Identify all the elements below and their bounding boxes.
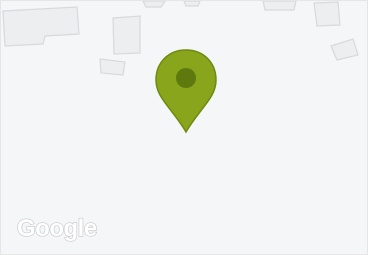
building-footprint: [142, 1, 166, 8]
building-footprint: [2, 6, 80, 47]
building-footprint: [262, 1, 297, 11]
building-footprint: [183, 1, 201, 7]
map-pin-icon[interactable]: [153, 48, 219, 134]
building-footprint: [112, 15, 141, 55]
building-footprint: [330, 38, 359, 61]
google-logo[interactable]: Google: [16, 216, 97, 241]
map-canvas[interactable]: Google: [0, 0, 368, 255]
building-footprint: [99, 58, 126, 76]
building-footprint: [313, 1, 341, 27]
